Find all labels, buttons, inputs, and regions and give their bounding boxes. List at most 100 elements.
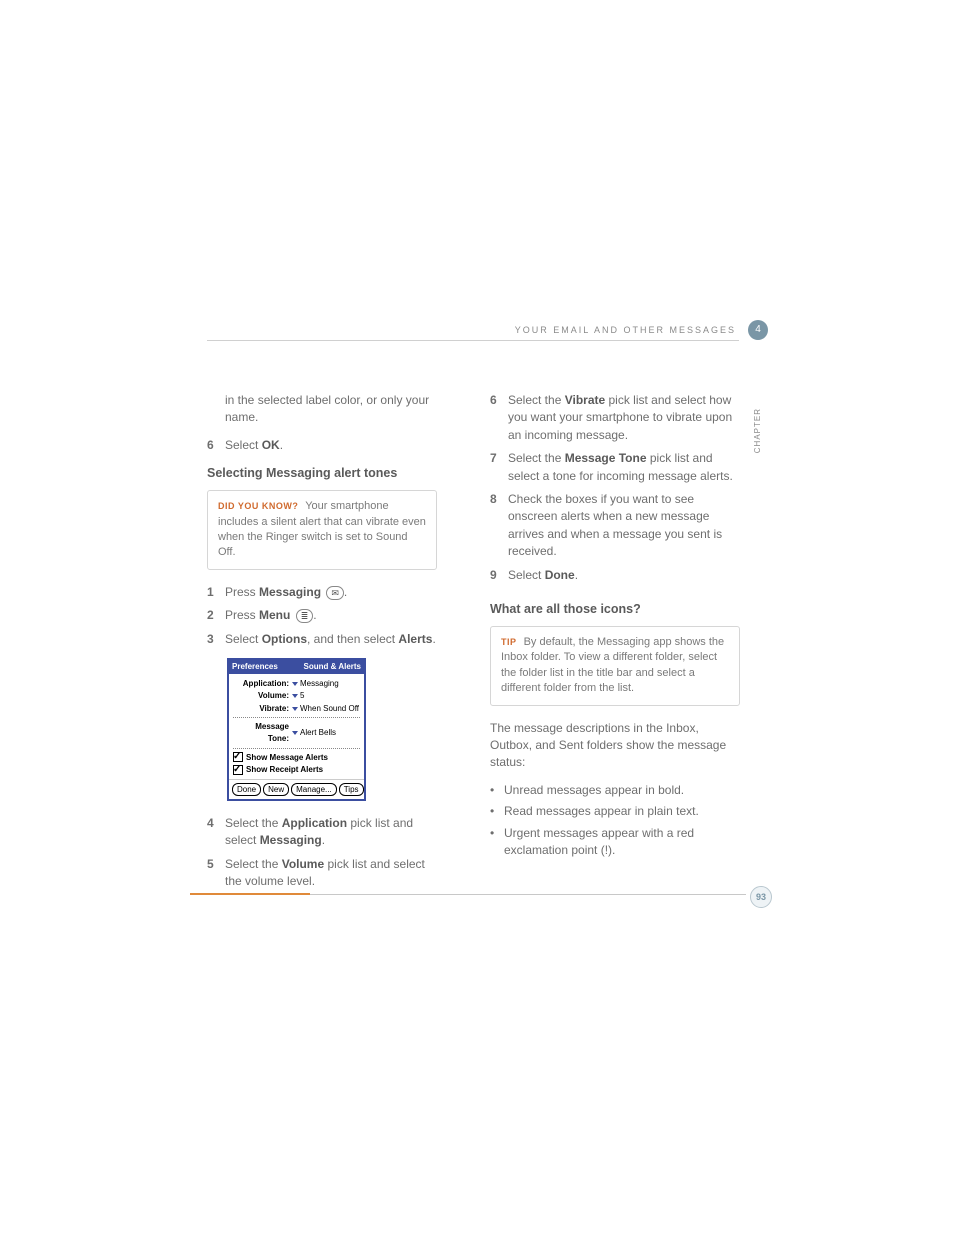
- step-1: 1 Press Messaging ✉.: [207, 584, 437, 601]
- text: .: [322, 833, 325, 847]
- callout-tag: TIP: [501, 637, 517, 647]
- text: Select: [225, 438, 262, 452]
- palm-new-button[interactable]: New: [263, 783, 289, 796]
- step-number: 3: [207, 631, 225, 648]
- bold-text: Done: [545, 568, 575, 582]
- messaging-icon: ✉: [326, 586, 344, 600]
- step-body: Check the boxes if you want to see onscr…: [508, 491, 740, 561]
- chevron-down-icon: [292, 682, 298, 686]
- bold-text: Volume: [282, 857, 324, 871]
- text: .: [575, 568, 578, 582]
- palm-manage-button[interactable]: Manage...: [291, 783, 337, 796]
- palm-title-right: Sound & Alerts: [304, 661, 361, 673]
- page-number: 93: [750, 886, 772, 908]
- step-body: Press Menu ≣.: [225, 607, 437, 624]
- step-body: Select the Application pick list and sel…: [225, 815, 437, 850]
- palm-button-bar: Done New Manage... Tips: [229, 779, 364, 799]
- did-you-know-callout: DID YOU KNOW? Your smartphone includes a…: [207, 490, 437, 570]
- palm-label: Application:: [233, 678, 292, 690]
- menu-icon: ≣: [296, 609, 314, 623]
- bullet-text: Urgent messages appear with a red exclam…: [504, 825, 740, 860]
- palm-value: Messaging: [300, 679, 339, 688]
- step-body: Press Messaging ✉.: [225, 584, 437, 601]
- bold-text: Messaging: [259, 585, 321, 599]
- step-number: 6: [207, 437, 225, 454]
- step-body: Select the Vibrate pick list and select …: [508, 392, 740, 444]
- step-body: Select Done.: [508, 567, 740, 584]
- step-number: 6: [490, 392, 508, 444]
- chapter-label: CHAPTER: [753, 408, 762, 453]
- chapter-number-badge: 4: [748, 320, 768, 340]
- section-heading-alert-tones: Selecting Messaging alert tones: [207, 464, 437, 482]
- palm-titlebar: Preferences Sound & Alerts: [229, 660, 364, 674]
- step-7: 7 Select the Message Tone pick list and …: [490, 450, 740, 485]
- callout-tag: DID YOU KNOW?: [218, 501, 298, 511]
- text: .: [313, 608, 316, 622]
- bold-text: Alerts: [398, 632, 432, 646]
- left-column: in the selected label color, or only you…: [207, 392, 437, 896]
- palm-body: Application: Messaging Volume: 5 Vibrate…: [229, 674, 364, 779]
- bullet-icon: •: [490, 782, 504, 799]
- step-5: 5 Select the Volume pick list and select…: [207, 856, 437, 891]
- preferences-screenshot: Preferences Sound & Alerts Application: …: [227, 658, 366, 801]
- bullet-unread: • Unread messages appear in bold.: [490, 782, 740, 799]
- text: Select the: [225, 816, 282, 830]
- palm-separator: [233, 748, 360, 749]
- step-2: 2 Press Menu ≣.: [207, 607, 437, 624]
- palm-label: Message Tone:: [233, 721, 292, 744]
- bold-text: OK: [262, 438, 280, 452]
- step-body: Select OK.: [225, 437, 437, 454]
- section-heading-icons: What are all those icons?: [490, 600, 740, 618]
- step-body: Select the Message Tone pick list and se…: [508, 450, 740, 485]
- bullet-text: Read messages appear in plain text.: [504, 803, 699, 820]
- chevron-down-icon: [292, 731, 298, 735]
- step-3: 3 Select Options, and then select Alerts…: [207, 631, 437, 648]
- step-number: 1: [207, 584, 225, 601]
- bold-text: Message Tone: [565, 451, 647, 465]
- checkbox-icon: [233, 765, 243, 775]
- palm-tips-button[interactable]: Tips: [339, 783, 364, 796]
- step-number: 2: [207, 607, 225, 624]
- palm-value: When Sound Off: [300, 704, 359, 713]
- step-number: 5: [207, 856, 225, 891]
- text: .: [280, 438, 283, 452]
- bold-text: Messaging: [260, 833, 322, 847]
- footer-rule: [190, 893, 746, 896]
- text: Select the: [508, 451, 565, 465]
- step-9: 9 Select Done.: [490, 567, 740, 584]
- palm-vibrate-picklist[interactable]: When Sound Off: [292, 703, 360, 715]
- palm-vibrate-row: Vibrate: When Sound Off: [233, 703, 360, 715]
- text: .: [344, 585, 347, 599]
- text: , and then select: [307, 632, 398, 646]
- tip-callout: TIP By default, the Messaging app shows …: [490, 626, 740, 706]
- header-rule: [207, 340, 739, 341]
- running-header: YOUR EMAIL AND OTHER MESSAGES: [515, 325, 736, 335]
- chevron-down-icon: [292, 694, 298, 698]
- text: Press: [225, 585, 259, 599]
- palm-volume-picklist[interactable]: 5: [292, 690, 360, 702]
- palm-show-message-alerts-checkbox[interactable]: Show Message Alerts: [233, 752, 360, 764]
- palm-show-receipt-alerts-checkbox[interactable]: Show Receipt Alerts: [233, 764, 360, 776]
- bold-text: Vibrate: [565, 393, 605, 407]
- palm-label: Vibrate:: [233, 703, 292, 715]
- right-column: 6 Select the Vibrate pick list and selec…: [490, 392, 740, 863]
- step-6: 6 Select the Vibrate pick list and selec…: [490, 392, 740, 444]
- text: Select the: [508, 393, 565, 407]
- footer-rule-accent: [190, 893, 310, 895]
- palm-done-button[interactable]: Done: [232, 783, 261, 796]
- palm-title-left: Preferences: [232, 661, 278, 673]
- step-number: 8: [490, 491, 508, 561]
- step-number: 7: [490, 450, 508, 485]
- document-page: YOUR EMAIL AND OTHER MESSAGES 4 CHAPTER …: [0, 0, 954, 1235]
- palm-message-tone-picklist[interactable]: Alert Bells: [292, 727, 360, 739]
- palm-message-tone-row: Message Tone: Alert Bells: [233, 721, 360, 744]
- text: Select the: [225, 857, 282, 871]
- bullet-icon: •: [490, 803, 504, 820]
- bullet-read: • Read messages appear in plain text.: [490, 803, 740, 820]
- checkbox-icon: [233, 752, 243, 762]
- step-8: 8 Check the boxes if you want to see ons…: [490, 491, 740, 561]
- bold-text: Menu: [259, 608, 290, 622]
- palm-application-picklist[interactable]: Messaging: [292, 678, 360, 690]
- palm-volume-row: Volume: 5: [233, 690, 360, 702]
- step-body: Select Options, and then select Alerts.: [225, 631, 437, 648]
